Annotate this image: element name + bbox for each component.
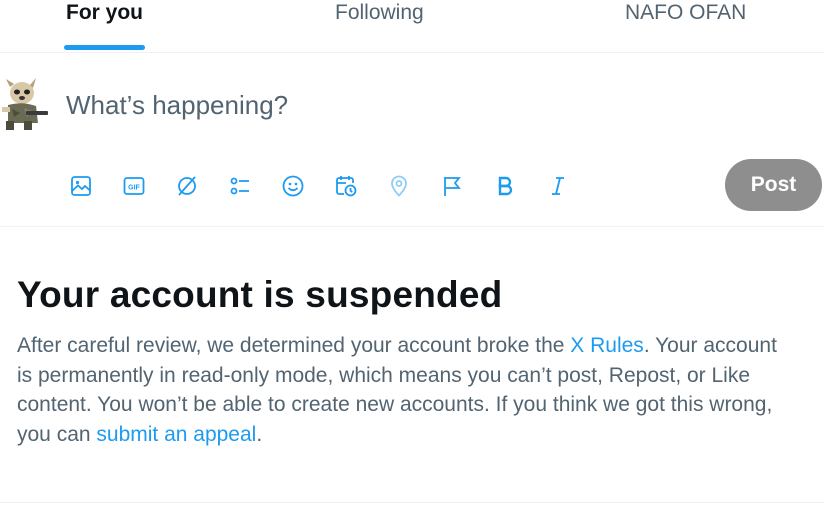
notice-text: . [256, 422, 263, 446]
tab-label: Following [335, 1, 424, 24]
media-icon[interactable] [66, 171, 96, 201]
schedule-icon[interactable] [331, 171, 361, 201]
suspension-notice: Your account is suspended After careful … [17, 272, 797, 449]
avatar[interactable] [0, 77, 50, 131]
divider [0, 502, 824, 503]
flag-icon[interactable] [437, 171, 467, 201]
x-rules-link[interactable]: X Rules [570, 334, 644, 357]
tab-label: For you [66, 1, 143, 24]
active-tab-indicator [64, 45, 145, 50]
gif-icon[interactable]: GIF [119, 171, 149, 201]
notice-text: After careful review, we determined your… [17, 334, 571, 357]
notice-body: After careful review, we determined your… [17, 331, 777, 449]
tab-following[interactable]: Following [335, 0, 424, 52]
poll-icon[interactable] [225, 171, 255, 201]
tab-label: NAFO OFAN [625, 1, 747, 24]
tab-nafo-ofan[interactable]: NAFO OFAN [625, 0, 746, 52]
location-icon[interactable] [384, 171, 414, 201]
grok-icon[interactable] [172, 171, 202, 201]
compose-post-input[interactable] [66, 85, 666, 125]
post-button[interactable]: Post [725, 159, 822, 211]
submit-appeal-link[interactable]: submit an appeal [96, 423, 256, 446]
notice-title: Your account is suspended [17, 274, 503, 315]
post-composer: GIF [0, 53, 824, 227]
bold-icon[interactable] [490, 171, 520, 201]
italic-icon[interactable] [543, 171, 573, 201]
emoji-icon[interactable] [278, 171, 308, 201]
svg-text:GIF: GIF [128, 185, 140, 192]
timeline-tabs: For you Following NAFO OFAN [0, 0, 824, 53]
